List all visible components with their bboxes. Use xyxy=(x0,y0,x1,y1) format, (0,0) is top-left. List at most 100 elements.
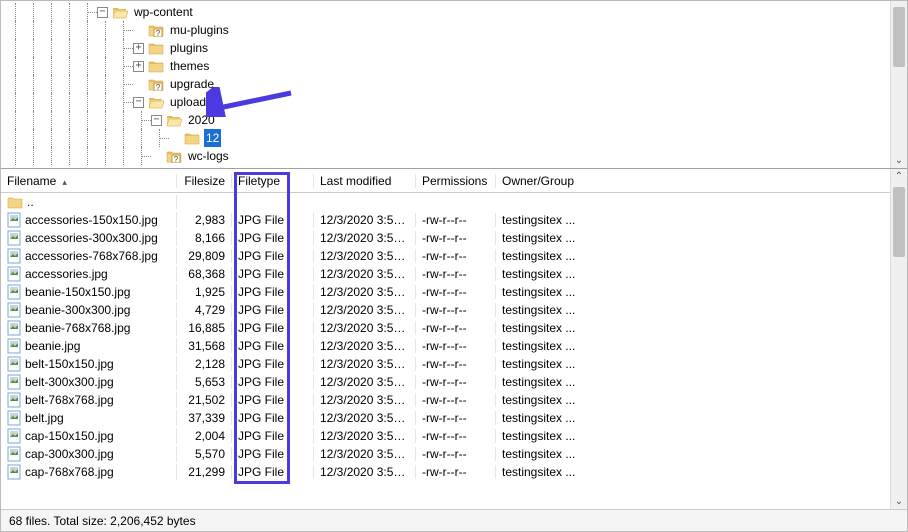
table-row[interactable]: beanie-300x300.jpg4,729JPG File12/3/2020… xyxy=(1,301,890,319)
tree-node[interactable]: + themes xyxy=(7,57,889,75)
remote-tree-pane: −wp-content?mu-plugins+plugins+themes?up… xyxy=(1,1,907,169)
cell-modified: 12/3/2020 3:55:... xyxy=(314,267,416,281)
table-row[interactable]: belt-150x150.jpg2,128JPG File12/3/2020 3… xyxy=(1,355,890,373)
folder-open-icon xyxy=(166,113,182,127)
table-row[interactable]: cap-768x768.jpg21,299JPG File12/3/2020 3… xyxy=(1,463,890,481)
scroll-down-icon[interactable]: ⌄ xyxy=(891,496,907,507)
cell-modified: 12/3/2020 3:55:... xyxy=(314,231,416,245)
cell-filename[interactable]: beanie.jpg xyxy=(1,338,177,354)
table-row[interactable]: beanie.jpg31,568JPG File12/3/2020 3:55:.… xyxy=(1,337,890,355)
table-row[interactable]: accessories.jpg68,368JPG File12/3/2020 3… xyxy=(1,265,890,283)
cell-owner: testingsitex ... xyxy=(496,285,616,299)
col-owner[interactable]: Owner/Group xyxy=(496,174,616,188)
list-scrollbar[interactable]: ⌃ ⌄ xyxy=(890,169,907,509)
tree-expander-icon[interactable]: − xyxy=(151,115,162,126)
cell-owner: testingsitex ... xyxy=(496,267,616,281)
cell-modified: 12/3/2020 3:55:... xyxy=(314,285,416,299)
tree-node-label[interactable]: wp-content xyxy=(132,3,195,21)
tree-node[interactable]: 12 xyxy=(7,129,889,147)
tree-node[interactable]: − 2020 xyxy=(7,111,889,129)
tree-scroll-thumb[interactable] xyxy=(893,7,905,67)
cell-owner: testingsitex ... xyxy=(496,249,616,263)
tree-node[interactable]: ? mu-plugins xyxy=(7,21,889,39)
remote-list-pane: Filename▴ Filesize Filetype Last modifie… xyxy=(1,169,907,509)
tree-node[interactable]: ? wc-logs xyxy=(7,147,889,165)
tree-expander-icon[interactable]: − xyxy=(133,97,144,108)
cell-filename[interactable]: beanie-150x150.jpg xyxy=(1,284,177,300)
cell-modified: 12/3/2020 3:55:... xyxy=(314,357,416,371)
cell-filename[interactable]: accessories-300x300.jpg xyxy=(1,230,177,246)
cell-modified: 12/3/2020 3:55:... xyxy=(314,465,416,479)
table-row[interactable]: belt-300x300.jpg5,653JPG File12/3/2020 3… xyxy=(1,373,890,391)
tree-expander-icon[interactable]: + xyxy=(133,43,144,54)
tree-node-label[interactable]: upgrade xyxy=(168,75,216,93)
table-row[interactable]: cap-150x150.jpg2,004JPG File12/3/2020 3:… xyxy=(1,427,890,445)
tree-expander-icon[interactable]: − xyxy=(97,7,108,18)
cell-modified: 12/3/2020 3:55:... xyxy=(314,321,416,335)
tree-scrollbar[interactable]: ⌄ xyxy=(890,1,907,168)
table-row[interactable]: beanie-150x150.jpg1,925JPG File12/3/2020… xyxy=(1,283,890,301)
cell-filename[interactable]: belt-768x768.jpg xyxy=(1,392,177,408)
cell-filesize: 2,128 xyxy=(177,357,232,371)
cell-permissions: -rw-r--r-- xyxy=(416,231,496,245)
table-row[interactable]: accessories-768x768.jpg29,809JPG File12/… xyxy=(1,247,890,265)
col-permissions[interactable]: Permissions xyxy=(416,174,496,188)
list-scroll-thumb[interactable] xyxy=(893,187,905,257)
cell-filename[interactable]: cap-150x150.jpg xyxy=(1,428,177,444)
cell-filename[interactable]: belt.jpg xyxy=(1,410,177,426)
cell-owner: testingsitex ... xyxy=(496,213,616,227)
image-file-icon xyxy=(7,446,21,462)
tree-node-label[interactable]: 12 xyxy=(204,129,221,147)
list-header[interactable]: Filename▴ Filesize Filetype Last modifie… xyxy=(1,169,907,193)
cell-filesize: 31,568 xyxy=(177,339,232,353)
cell-filename[interactable]: accessories-768x768.jpg xyxy=(1,248,177,264)
tree-node-label[interactable]: uploads xyxy=(168,93,214,111)
folder-tree[interactable]: −wp-content?mu-plugins+plugins+themes?up… xyxy=(7,1,889,165)
cell-modified: 12/3/2020 3:55:... xyxy=(314,447,416,461)
cell-filesize: 29,809 xyxy=(177,249,232,263)
cell-filename[interactable]: cap-300x300.jpg xyxy=(1,446,177,462)
tree-node[interactable]: ?upgrade xyxy=(7,75,889,93)
tree-node[interactable]: − wp-content xyxy=(7,3,889,21)
tree-expander-icon[interactable]: + xyxy=(133,61,144,72)
cell-filesize: 16,885 xyxy=(177,321,232,335)
cell-filename[interactable]: accessories-150x150.jpg xyxy=(1,212,177,228)
tree-node-label[interactable]: 2020 xyxy=(186,111,217,129)
image-file-icon xyxy=(7,212,21,228)
cell-filesize: 5,653 xyxy=(177,375,232,389)
tree-node-label[interactable]: mu-plugins xyxy=(168,21,231,39)
cell-filename[interactable]: beanie-768x768.jpg xyxy=(1,320,177,336)
table-row[interactable]: accessories-150x150.jpg2,983JPG File12/3… xyxy=(1,211,890,229)
cell-permissions: -rw-r--r-- xyxy=(416,267,496,281)
cell-filesize: 37,339 xyxy=(177,411,232,425)
col-filename[interactable]: Filename▴ xyxy=(1,174,177,188)
table-row[interactable]: beanie-768x768.jpg16,885JPG File12/3/202… xyxy=(1,319,890,337)
cell-filename[interactable]: belt-150x150.jpg xyxy=(1,356,177,372)
tree-node[interactable]: + plugins xyxy=(7,39,889,57)
cell-filename[interactable]: beanie-300x300.jpg xyxy=(1,302,177,318)
table-row[interactable]: accessories-300x300.jpg8,166JPG File12/3… xyxy=(1,229,890,247)
cell-filename[interactable]: accessories.jpg xyxy=(1,266,177,282)
col-modified[interactable]: Last modified xyxy=(314,174,416,188)
cell-modified: 12/3/2020 3:55:... xyxy=(314,411,416,425)
image-file-icon xyxy=(7,320,21,336)
col-filesize[interactable]: Filesize xyxy=(177,174,232,188)
scroll-down-icon[interactable]: ⌄ xyxy=(891,155,907,166)
svg-text:?: ? xyxy=(156,29,161,37)
cell-permissions: -rw-r--r-- xyxy=(416,357,496,371)
table-row[interactable]: belt.jpg37,339JPG File12/3/2020 3:55:...… xyxy=(1,409,890,427)
cell-filename[interactable]: belt-300x300.jpg xyxy=(1,374,177,390)
tree-node[interactable]: − uploads xyxy=(7,93,889,111)
parent-dir-row[interactable]: .. xyxy=(1,193,890,211)
tree-node-label[interactable]: wc-logs xyxy=(186,147,231,165)
cell-filename[interactable]: cap-768x768.jpg xyxy=(1,464,177,480)
cell-filename[interactable]: .. xyxy=(1,195,177,209)
table-row[interactable]: belt-768x768.jpg21,502JPG File12/3/2020 … xyxy=(1,391,890,409)
tree-node-label[interactable]: plugins xyxy=(168,39,210,57)
scroll-up-icon[interactable]: ⌃ xyxy=(891,171,907,182)
svg-text:?: ? xyxy=(174,155,179,163)
table-row[interactable]: cap-300x300.jpg5,570JPG File12/3/2020 3:… xyxy=(1,445,890,463)
file-list[interactable]: .. accessories-150x150.jpg2,983JPG File12… xyxy=(1,193,890,509)
sort-ascending-icon: ▴ xyxy=(62,177,67,187)
tree-node-label[interactable]: themes xyxy=(168,57,211,75)
